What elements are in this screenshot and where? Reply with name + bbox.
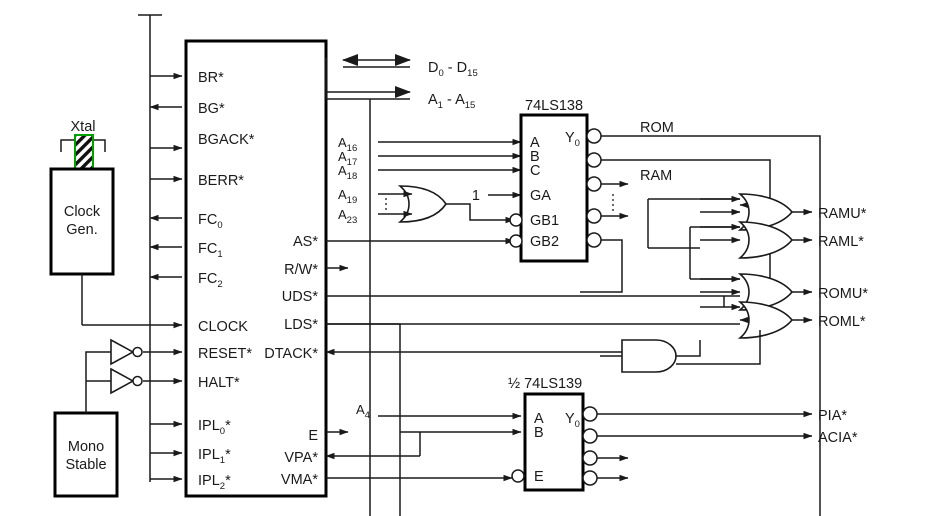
cpu-pin-lds: LDS* <box>284 317 318 333</box>
clock-gen-label-line1: Clock <box>64 204 101 220</box>
decoder-138-gb1-bubble-icon <box>509 213 523 227</box>
cpu-pin-br: BR* <box>198 70 224 86</box>
decoder-139-input-b: B <box>534 425 544 441</box>
address-bus-label: A1 - A15 <box>428 92 475 111</box>
or-gate-roml <box>700 301 813 339</box>
output-label-ramu: RAMU* <box>818 206 867 222</box>
addr-label-a19: A19 <box>338 187 357 206</box>
schematic-canvas: BR* BG* BGACK* BERR* FC0 FC1 FC2 CLOCK R… <box>0 0 944 516</box>
decoder-138-output-ram-label: RAM <box>640 168 672 184</box>
or-gate-feed-wires <box>647 198 740 325</box>
decoder-138-input-gb2: GB2 <box>530 234 559 250</box>
output-label-roml: ROML* <box>818 314 866 330</box>
inverter-halt <box>110 367 143 395</box>
decoder-139-input-e: E <box>534 469 544 485</box>
cpu-pin-bg: BG* <box>198 101 225 117</box>
logic-one-label: 1 <box>472 188 480 204</box>
output-label-raml: RAML* <box>818 234 864 250</box>
cpu-pin-halt: HALT* <box>198 375 240 391</box>
inverter-reset <box>110 338 143 366</box>
decoder-138-title: 74LS138 <box>525 98 583 114</box>
decoder-138-input-c: C <box>530 163 540 179</box>
cpu-pin-dtack: DTACK* <box>264 346 318 362</box>
or-gate-address-enable <box>397 185 515 224</box>
monostable-label-line1: Mono <box>68 439 104 455</box>
decoder-139-e-bubble-icon <box>511 469 525 483</box>
data-bus-label: D0 - D15 <box>428 60 478 79</box>
decoder-138-input-gb1: GB1 <box>530 213 559 229</box>
cpu-pin-rw: R/W* <box>284 262 318 278</box>
cpu-pin-as: AS* <box>293 234 318 250</box>
decoder-139-input-wires <box>325 412 522 482</box>
cpu-pin-reset: RESET* <box>198 346 252 362</box>
data-bus <box>325 54 411 99</box>
cpu-pin-uds: UDS* <box>282 289 319 305</box>
circuit-diagram: BR* BG* BGACK* BERR* FC0 FC1 FC2 CLOCK R… <box>49 14 868 516</box>
decoder-138-gb2-bubble-icon <box>509 234 523 248</box>
inverter-bubble-icon <box>132 346 143 358</box>
xtal-crystal-icon <box>74 134 94 170</box>
clock-gen-label-line2: Gen. <box>66 222 97 238</box>
and-gate-dtack <box>600 330 761 373</box>
output-label-romu: ROMU* <box>818 286 868 302</box>
xtal-label: Xtal <box>71 119 96 135</box>
cpu-pin-bgack: BGACK* <box>198 132 255 148</box>
addr-label-a4: A4 <box>356 402 370 421</box>
decoder-139-outputs <box>582 406 813 486</box>
left-control-bus <box>138 14 162 482</box>
cpu-pin-berr: BERR* <box>198 173 244 189</box>
output-label-acia: ACIA* <box>818 430 858 446</box>
cpu-pin-vpa: VPA* <box>284 450 318 466</box>
cpu-pin-e: E <box>308 428 318 444</box>
monostable-wires <box>85 351 111 413</box>
cpu-pin-vma: VMA* <box>281 472 318 488</box>
decoder-138-output-rom-label: ROM <box>640 120 674 136</box>
decoder-138-input-ga: GA <box>530 188 551 204</box>
inverter-bubble-icon <box>132 375 143 387</box>
output-label-pia: PIA* <box>818 408 847 424</box>
monostable-label-line2: Stable <box>65 457 106 473</box>
decoder-139-title: ½ 74LS139 <box>508 376 582 392</box>
cpu-pin-clock: CLOCK <box>198 319 248 335</box>
addr-label-a23: A23 <box>338 207 357 226</box>
xtal-symbol: Xtal <box>60 119 106 170</box>
